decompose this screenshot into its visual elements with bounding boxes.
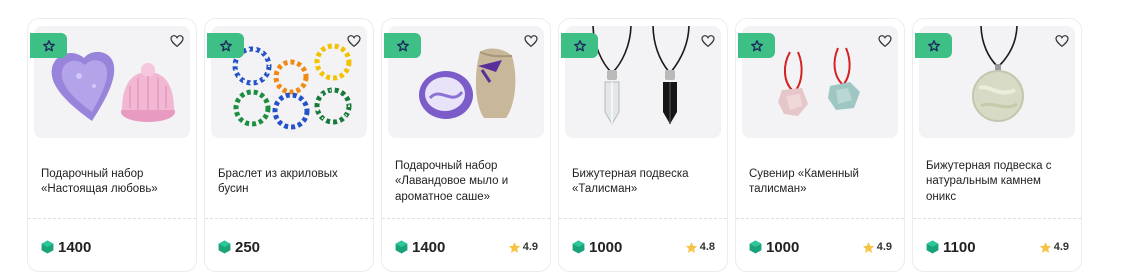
star-outline-icon: [573, 39, 586, 51]
product-card[interactable]: Бижутерная подвеска с натуральным камнем…: [912, 18, 1082, 272]
add-to-favorites-button[interactable]: [168, 32, 186, 50]
divider: [559, 218, 727, 219]
product-card[interactable]: Браслет из акриловых бусин 250: [204, 18, 374, 272]
product-title[interactable]: Браслет из акриловых бусин: [218, 147, 365, 217]
star-filled-icon: [685, 241, 697, 253]
star-outline-icon: [42, 39, 55, 51]
price-value: 1400: [412, 238, 446, 256]
divider: [382, 218, 550, 219]
divider: [913, 218, 1081, 219]
star-outline-icon: [396, 39, 409, 51]
gem-icon: [749, 240, 762, 254]
gem-icon: [218, 240, 231, 254]
divider: [205, 218, 373, 219]
favorite-category-badge: [915, 33, 952, 58]
rating-value: 4.9: [876, 241, 892, 253]
product-rating: 4.9: [508, 238, 538, 256]
favorite-category-badge: [738, 33, 775, 58]
product-price: 1400: [395, 237, 445, 257]
product-title[interactable]: Подарочный набор «Лавандовое мыло и аром…: [395, 147, 542, 217]
price-value: 250: [235, 238, 261, 256]
heart-outline-icon: [524, 35, 538, 48]
product-card[interactable]: Подарочный набор «Настоящая любовь» 1400: [27, 18, 197, 272]
price-value: 1100: [943, 238, 976, 256]
heart-outline-icon: [170, 35, 184, 48]
favorite-category-badge: [561, 33, 598, 58]
product-title[interactable]: Бижутерная подвеска «Талисман»: [572, 147, 719, 217]
product-title[interactable]: Подарочный набор «Настоящая любовь»: [41, 147, 188, 217]
rating-value: 4.8: [699, 241, 715, 253]
favorite-category-badge: [207, 33, 244, 58]
star-filled-icon: [1039, 241, 1051, 253]
favorite-category-badge: [30, 33, 67, 58]
add-to-favorites-button[interactable]: [522, 32, 540, 50]
product-rating: 4.9: [862, 238, 892, 256]
heart-outline-icon: [878, 35, 892, 48]
heart-outline-icon: [701, 35, 715, 48]
heart-outline-icon: [347, 35, 361, 48]
add-to-favorites-button[interactable]: [876, 32, 894, 50]
product-price: 1000: [749, 237, 799, 257]
product-price: 1100: [926, 237, 976, 257]
rating-value: 4.9: [1053, 241, 1069, 253]
gem-icon: [572, 240, 585, 254]
price-value: 1000: [589, 238, 623, 256]
product-title[interactable]: Бижутерная подвеска с натуральным камнем…: [926, 147, 1073, 217]
product-card[interactable]: Подарочный набор «Лавандовое мыло и аром…: [381, 18, 551, 272]
gem-icon: [41, 240, 54, 254]
price-value: 1000: [766, 238, 800, 256]
product-carousel: Подарочный набор «Настоящая любовь» 1400: [0, 0, 1133, 279]
product-price: 250: [218, 237, 260, 257]
product-rating: 4.9: [1039, 238, 1069, 256]
star-outline-icon: [750, 39, 763, 51]
product-rating: 4.8: [685, 238, 715, 256]
star-outline-icon: [219, 39, 232, 51]
rating-value: 4.9: [522, 241, 538, 253]
gem-icon: [395, 240, 408, 254]
star-filled-icon: [862, 241, 874, 253]
product-price: 1000: [572, 237, 622, 257]
price-value: 1400: [58, 238, 92, 256]
star-filled-icon: [508, 241, 520, 253]
add-to-favorites-button[interactable]: [1053, 32, 1071, 50]
product-card[interactable]: Бижутерная подвеска «Талисман» 1000 4.8: [558, 18, 728, 272]
add-to-favorites-button[interactable]: [699, 32, 717, 50]
heart-outline-icon: [1055, 35, 1069, 48]
product-card[interactable]: Сувенир «Каменный талисман» 1000 4.9: [735, 18, 905, 272]
product-title[interactable]: Сувенир «Каменный талисман»: [749, 147, 896, 217]
gem-icon: [926, 240, 939, 254]
product-price: 1400: [41, 237, 91, 257]
star-outline-icon: [927, 39, 940, 51]
add-to-favorites-button[interactable]: [345, 32, 363, 50]
divider: [28, 218, 196, 219]
favorite-category-badge: [384, 33, 421, 58]
divider: [736, 218, 904, 219]
